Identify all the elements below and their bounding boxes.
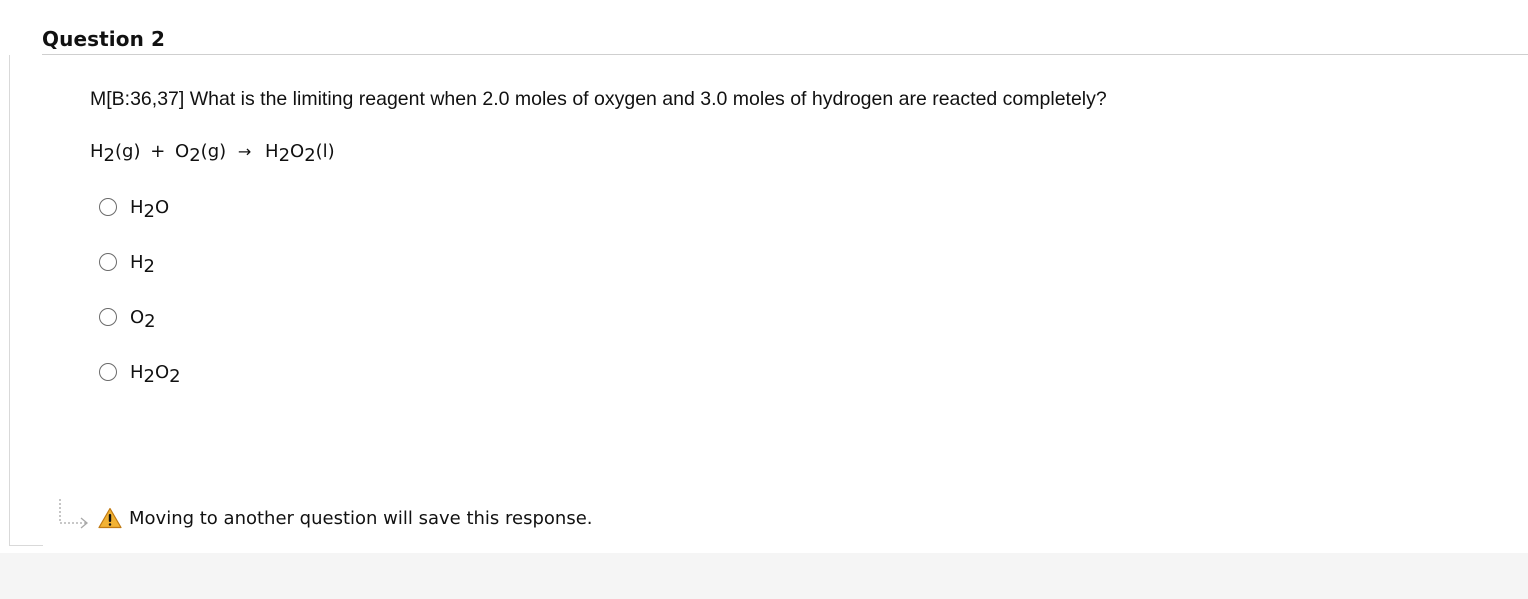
answer-option-o2[interactable]: O2	[99, 304, 156, 332]
chemical-equation: H2(g) + O2(g) → H2O2(l)	[90, 141, 335, 166]
question-panel: Question 2 M[B:36,37] What is the limiti…	[0, 0, 1528, 553]
reaction-arrow: →	[237, 142, 252, 161]
question-title: Question 2	[42, 27, 165, 51]
radio-button[interactable]	[99, 253, 117, 271]
product-peroxide: H2O2(l)	[265, 141, 335, 166]
page-footer-band	[0, 553, 1528, 599]
radio-button[interactable]	[99, 308, 117, 326]
dotted-turn-arrow-icon	[59, 499, 89, 529]
panel-left-border	[9, 55, 10, 545]
warning-icon	[98, 507, 122, 529]
option-label: O2	[130, 306, 156, 332]
option-label: H2O2	[130, 361, 181, 387]
save-notice-text: Moving to another question will save thi…	[129, 507, 593, 529]
radio-button[interactable]	[99, 363, 117, 381]
option-label: H2	[130, 251, 155, 277]
question-prompt: M[B:36,37] What is the limiting reagent …	[90, 88, 1107, 110]
option-label: H2O	[130, 196, 170, 222]
panel-bottom-border	[9, 545, 43, 546]
answer-option-h2o2[interactable]: H2O2	[99, 359, 181, 387]
reactant-hydrogen: H2(g)	[90, 141, 141, 166]
answer-option-h2o[interactable]: H2O	[99, 194, 170, 222]
plus-sign: +	[150, 141, 166, 162]
radio-button[interactable]	[99, 198, 117, 216]
save-notice: Moving to another question will save thi…	[56, 495, 593, 541]
reactant-oxygen: O2(g)	[175, 141, 227, 166]
title-divider	[42, 54, 1528, 55]
answer-option-h2[interactable]: H2	[99, 249, 155, 277]
